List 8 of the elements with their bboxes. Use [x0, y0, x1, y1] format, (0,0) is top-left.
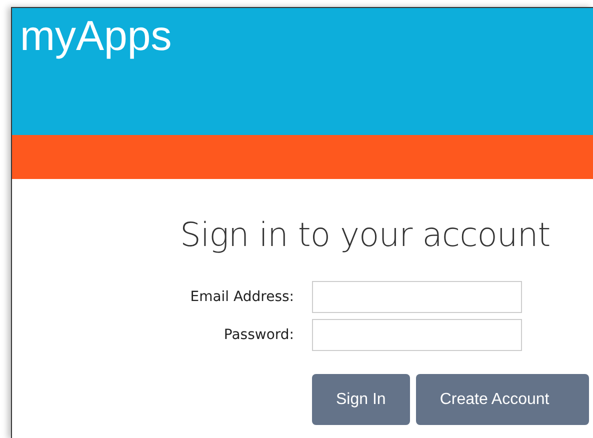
field-label: Email Address: — [190, 289, 294, 305]
create-account-button[interactable]: Create Account — [416, 374, 590, 425]
field-label: Password: — [224, 327, 294, 343]
email-field[interactable] — [312, 281, 522, 313]
sign-in-button[interactable]: Sign In — [312, 374, 410, 425]
form-heading: Sign in to your account — [180, 215, 550, 255]
app-title: myApps — [20, 12, 172, 60]
password-field[interactable] — [312, 319, 522, 351]
